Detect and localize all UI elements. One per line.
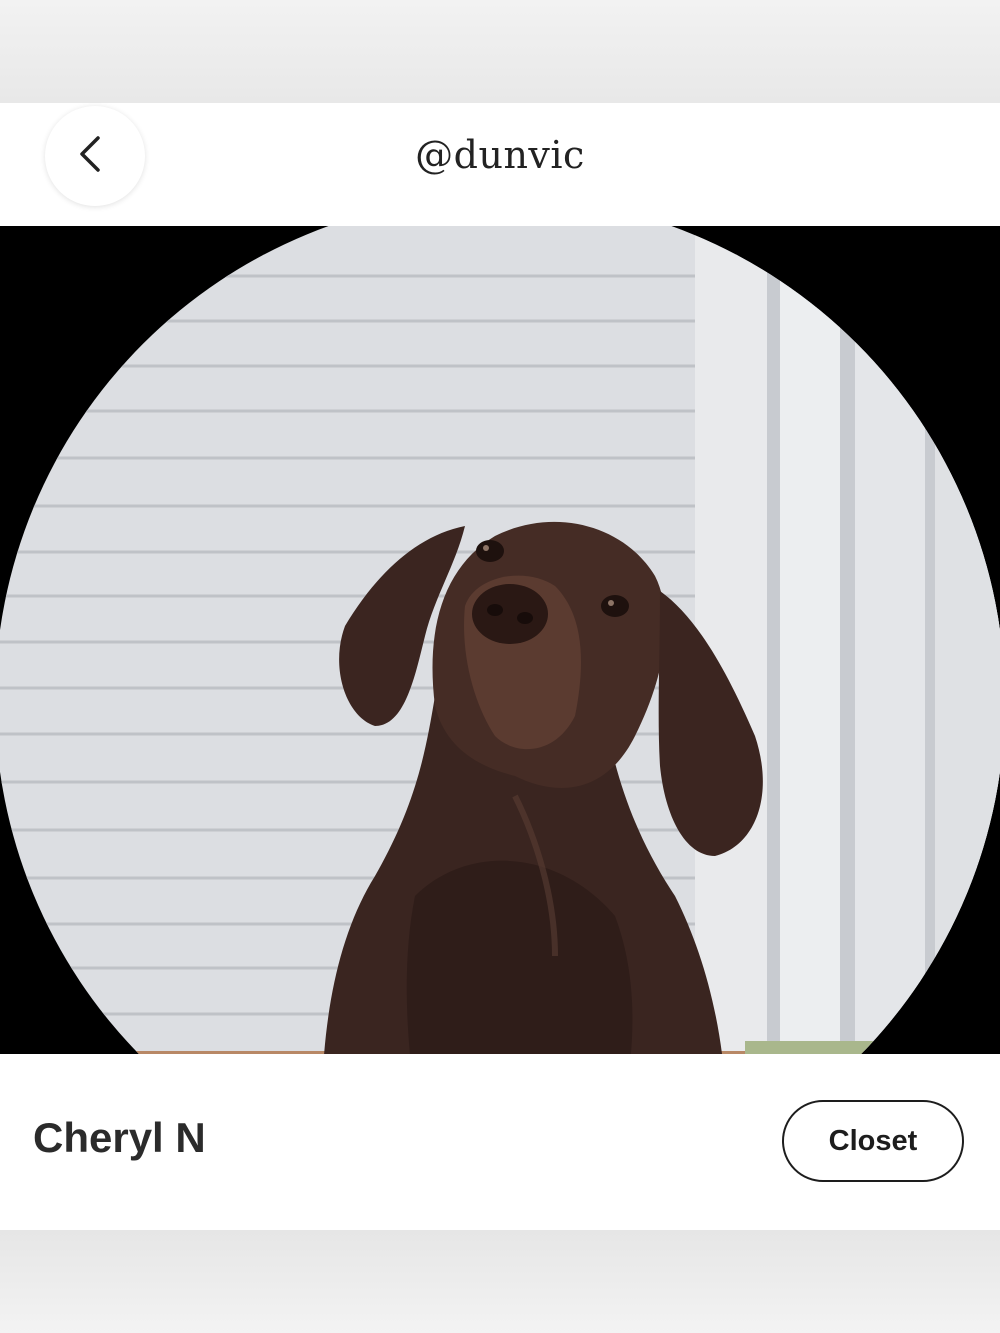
dimmed-backdrop-top (0, 0, 1000, 103)
dimmed-backdrop-bottom (0, 1230, 1000, 1333)
username-title: @dunvic (415, 133, 585, 177)
avatar (0, 226, 1000, 1054)
closet-button[interactable]: Closet (782, 1100, 964, 1182)
profile-sheet: @dunvic Cheryl N Closet (0, 103, 1000, 1230)
profile-name: Cheryl N (33, 1114, 206, 1161)
avatar-photo-area (0, 226, 1000, 1054)
sheet-header: @dunvic (0, 103, 1000, 226)
profile-info-row: Cheryl N Closet (0, 1054, 1000, 1230)
